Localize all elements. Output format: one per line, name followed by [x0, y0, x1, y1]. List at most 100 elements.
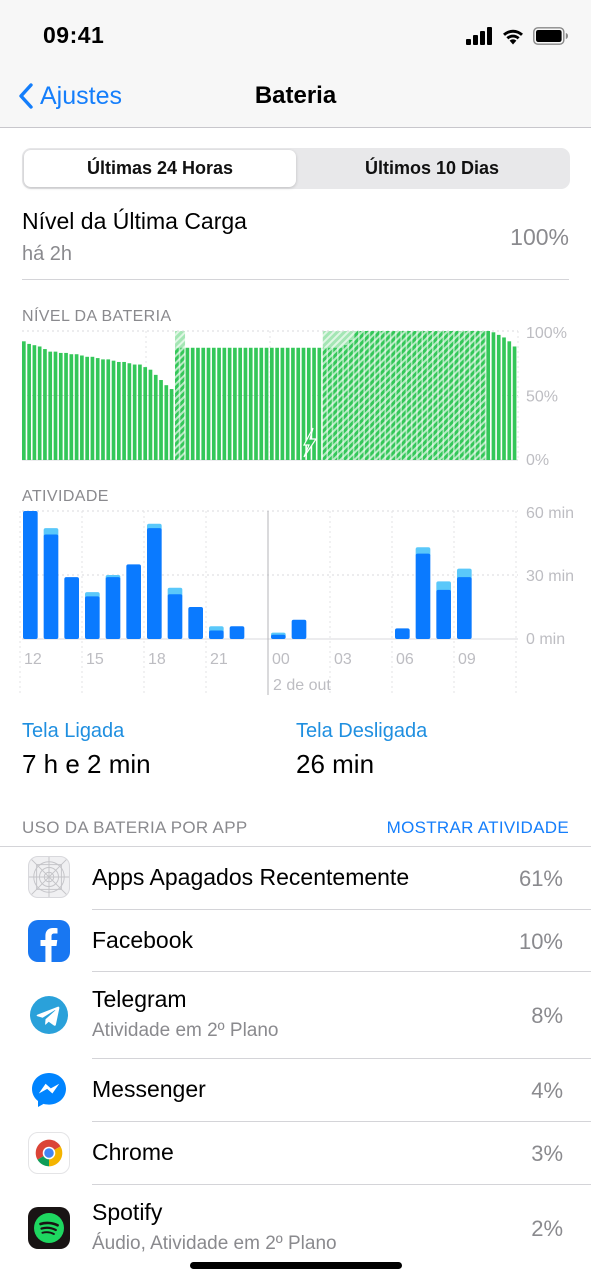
- battery-bar: [143, 367, 148, 460]
- activity-bar-screen-on: [229, 626, 245, 639]
- activity-bar-screen-on: [23, 511, 38, 639]
- battery-bar: [428, 331, 432, 460]
- battery-bar: [238, 347, 243, 460]
- y-tick-label: 60 min: [526, 505, 574, 522]
- battery-bar: [37, 346, 42, 460]
- battery-bar: [95, 358, 100, 460]
- battery-bar: [354, 331, 359, 460]
- battery-bar: [201, 347, 206, 460]
- battery-bar: [227, 347, 232, 460]
- spotify-icon: [28, 1207, 70, 1249]
- x-tick-label: 21: [210, 651, 228, 668]
- battery-bar: [254, 347, 258, 460]
- battery-bar: [401, 331, 406, 460]
- battery-bar: [275, 347, 279, 460]
- show-activity-button[interactable]: MOSTRAR ATIVIDADE: [387, 818, 569, 838]
- x-axis-date-label: 2 de out: [273, 677, 331, 694]
- battery-bar: [196, 347, 200, 460]
- battery-bar: [32, 345, 37, 460]
- activity-bar-screen-on: [147, 528, 162, 639]
- segment-last-10-days[interactable]: Últimos 10 Dias: [296, 150, 568, 187]
- segment-last-24-hours[interactable]: Últimas 24 Horas: [24, 150, 296, 187]
- battery-bar: [190, 347, 195, 460]
- battery-bar: [74, 354, 79, 460]
- battery-bar: [433, 331, 438, 460]
- x-tick-label: 18: [148, 651, 166, 668]
- battery-bar: [185, 347, 190, 460]
- battery-bar: [386, 331, 390, 460]
- app-row-telegram[interactable]: Telegram Atividade em 2º Plano 8%: [0, 972, 591, 1059]
- screen-on-value: 7 h e 2 min: [22, 749, 151, 779]
- x-tick-label: 09: [458, 651, 476, 668]
- battery-bar: [206, 347, 211, 460]
- battery-bar: [391, 331, 396, 460]
- battery-bar: [407, 331, 411, 460]
- battery-bar: [153, 374, 158, 460]
- app-subtitle: Atividade em 2º Plano: [92, 1020, 279, 1041]
- battery-bar: [364, 331, 369, 460]
- activity-bar-screen-on: [188, 607, 203, 639]
- battery-bar: [69, 354, 74, 460]
- battery-bar: [454, 331, 459, 460]
- activity-bar-screen-on: [415, 553, 431, 639]
- battery-bar: [359, 331, 364, 460]
- period-segmented-control: Últimas 24 Horas Últimos 10 Dias: [22, 148, 570, 189]
- battery-bar: [343, 345, 348, 460]
- chrome-icon: [28, 1132, 70, 1174]
- activity-bar-screen-on: [291, 619, 307, 639]
- battery-bar: [396, 331, 401, 460]
- app-subtitle: Áudio, Atividade em 2º Plano: [92, 1233, 337, 1254]
- activity-bar-screen-on: [105, 577, 121, 639]
- screen-off-value: 26 min: [296, 749, 375, 779]
- battery-bar: [64, 352, 68, 460]
- battery-bar: [138, 364, 142, 460]
- app-row-chrome[interactable]: Chrome 3%: [0, 1122, 591, 1184]
- divider: [22, 279, 569, 280]
- battery-bar: [285, 347, 290, 460]
- battery-bar: [233, 347, 237, 460]
- activity-label: ATIVIDADE: [22, 488, 109, 505]
- app-row-facebook[interactable]: Facebook 10%: [0, 910, 591, 972]
- activity-bar-screen-on: [395, 628, 410, 639]
- app-percent: 4%: [531, 1078, 563, 1103]
- app-percent: 10%: [518, 929, 563, 954]
- battery-bar: [423, 331, 427, 460]
- y-tick-label: 50%: [526, 389, 558, 406]
- battery-usage-by-app-header: USO DA BATERIA POR APP: [22, 818, 248, 837]
- battery-bar: [90, 356, 95, 460]
- battery-bar: [328, 347, 332, 460]
- activity-bar-screen-on: [457, 577, 472, 639]
- battery-bar: [280, 347, 285, 460]
- battery-level-label: NÍVEL DA BATERIA: [22, 308, 172, 325]
- app-name: Chrome: [92, 1139, 174, 1165]
- activity-bar-screen-on: [209, 630, 224, 639]
- activity-bar-screen-on: [167, 594, 183, 639]
- battery-level-chart: 100% 50% 0%: [22, 325, 567, 469]
- app-row-spotify[interactable]: Spotify Áudio, Atividade em 2º Plano 2%: [0, 1185, 591, 1272]
- y-tick-label: 30 min: [526, 568, 574, 585]
- screen-off-label: Tela Desligada: [296, 720, 428, 742]
- battery-bar: [444, 331, 448, 460]
- battery-bar: [370, 331, 374, 460]
- battery-bar: [132, 364, 137, 460]
- app-percent: 8%: [531, 1003, 563, 1028]
- navigation-bar: Ajustes Bateria: [0, 70, 591, 128]
- app-name: Telegram: [92, 986, 187, 1012]
- cellular-signal-icon: [466, 27, 492, 45]
- status-bar: 09:41: [0, 0, 591, 70]
- battery-bar: [502, 337, 506, 460]
- battery-bar: [449, 331, 454, 460]
- app-percent: 61%: [518, 866, 563, 891]
- battery-bar: [248, 347, 253, 460]
- battery-bar: [375, 331, 380, 460]
- battery-bar: [127, 363, 132, 460]
- battery-bar: [438, 331, 443, 460]
- app-row-deleted-apps[interactable]: Apps Apagados Recentemente 61%: [0, 847, 591, 909]
- home-indicator[interactable]: [190, 1262, 402, 1269]
- y-tick-label: 0%: [526, 452, 549, 469]
- battery-bar: [259, 347, 264, 460]
- app-row-messenger[interactable]: Messenger 4%: [0, 1059, 591, 1121]
- activity-bar-screen-on: [43, 534, 59, 639]
- activity-bar-screen-on: [64, 577, 79, 639]
- facebook-icon: [28, 920, 70, 962]
